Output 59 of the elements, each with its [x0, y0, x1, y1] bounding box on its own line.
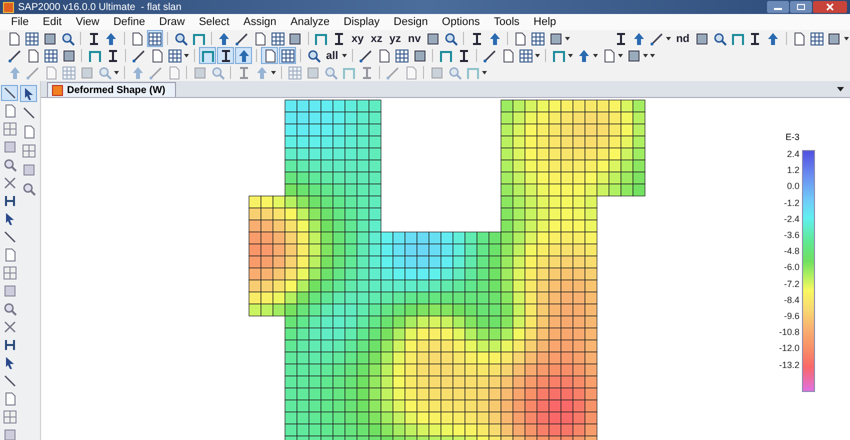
grid-icon[interactable] [1, 265, 18, 281]
grid-icon[interactable] [20, 142, 37, 159]
legend-label: -7.2 [784, 278, 800, 291]
window-title: SAP2000 v16.0.0 Ultimate - flat slan [18, 2, 182, 12]
grid-icon[interactable] [279, 47, 296, 64]
menu-item[interactable]: Design [386, 16, 435, 28]
toolbar-button[interactable]: xy [348, 30, 367, 47]
menu-item[interactable]: File [4, 16, 36, 28]
legend-label: 0.0 [787, 180, 800, 194]
menu-item[interactable]: Edit [36, 16, 69, 28]
legend-label: -2.4 [784, 212, 800, 226]
legend-label: 2.4 [787, 148, 800, 161]
toolbar-button[interactable]: yz [386, 30, 404, 47]
menu-item[interactable]: Help [526, 16, 564, 28]
legend-label: -3.6 [784, 229, 800, 242]
caret-icon[interactable] [837, 86, 844, 92]
grid-icon[interactable] [530, 30, 547, 47]
document-icon[interactable] [261, 47, 278, 64]
legend-label: -10.8 [779, 326, 800, 340]
menu-item[interactable]: Analyze [283, 16, 337, 28]
minimize-icon[interactable] [767, 1, 789, 13]
grid-icon[interactable] [393, 47, 410, 64]
toolbar-button[interactable]: all [323, 47, 342, 64]
menu-item[interactable]: Options [434, 16, 487, 28]
menu-item[interactable]: Display [336, 16, 387, 28]
legend-label: -4.8 [784, 245, 800, 258]
menu-item[interactable]: Define [106, 16, 152, 28]
legend-label: -1.2 [784, 196, 800, 210]
grid-icon[interactable] [1, 121, 18, 137]
toolbar-button[interactable]: nd [673, 30, 693, 47]
grid-icon[interactable] [517, 47, 534, 64]
legend-label: -6.0 [784, 261, 800, 274]
legend-label: -12.0 [779, 342, 800, 356]
legend-label: -8.4 [784, 294, 800, 307]
maximize-icon[interactable] [790, 1, 812, 13]
grid-icon[interactable] [1, 409, 18, 425]
grid-icon[interactable] [269, 30, 286, 47]
close-icon[interactable] [813, 1, 847, 13]
menu-item[interactable]: Tools [486, 16, 527, 28]
legend-label: -9.6 [784, 310, 800, 324]
grid-icon[interactable] [146, 30, 164, 47]
window-icon [52, 84, 63, 96]
i-beam-icon[interactable] [217, 47, 234, 64]
legend-exponent: E-3 [786, 132, 800, 143]
grid-icon[interactable] [42, 47, 59, 64]
menu-item[interactable]: Draw [152, 16, 192, 28]
app-icon [3, 2, 14, 12]
menu-item[interactable]: Select [192, 16, 236, 28]
line-icon[interactable] [1, 85, 18, 101]
tab[interactable]: Deformed Shape (W) [47, 82, 176, 97]
menu-item[interactable]: Assign [236, 16, 284, 28]
toolbar-button[interactable]: xz [368, 30, 386, 47]
legend-label: -13.2 [779, 358, 800, 372]
menu-item[interactable]: View [68, 16, 106, 28]
toolbar-button[interactable]: nv [404, 30, 424, 47]
grid-icon[interactable] [24, 30, 41, 47]
grid-icon[interactable] [808, 30, 826, 47]
grid-icon[interactable] [166, 47, 183, 64]
legend-label: 1.2 [787, 164, 800, 178]
